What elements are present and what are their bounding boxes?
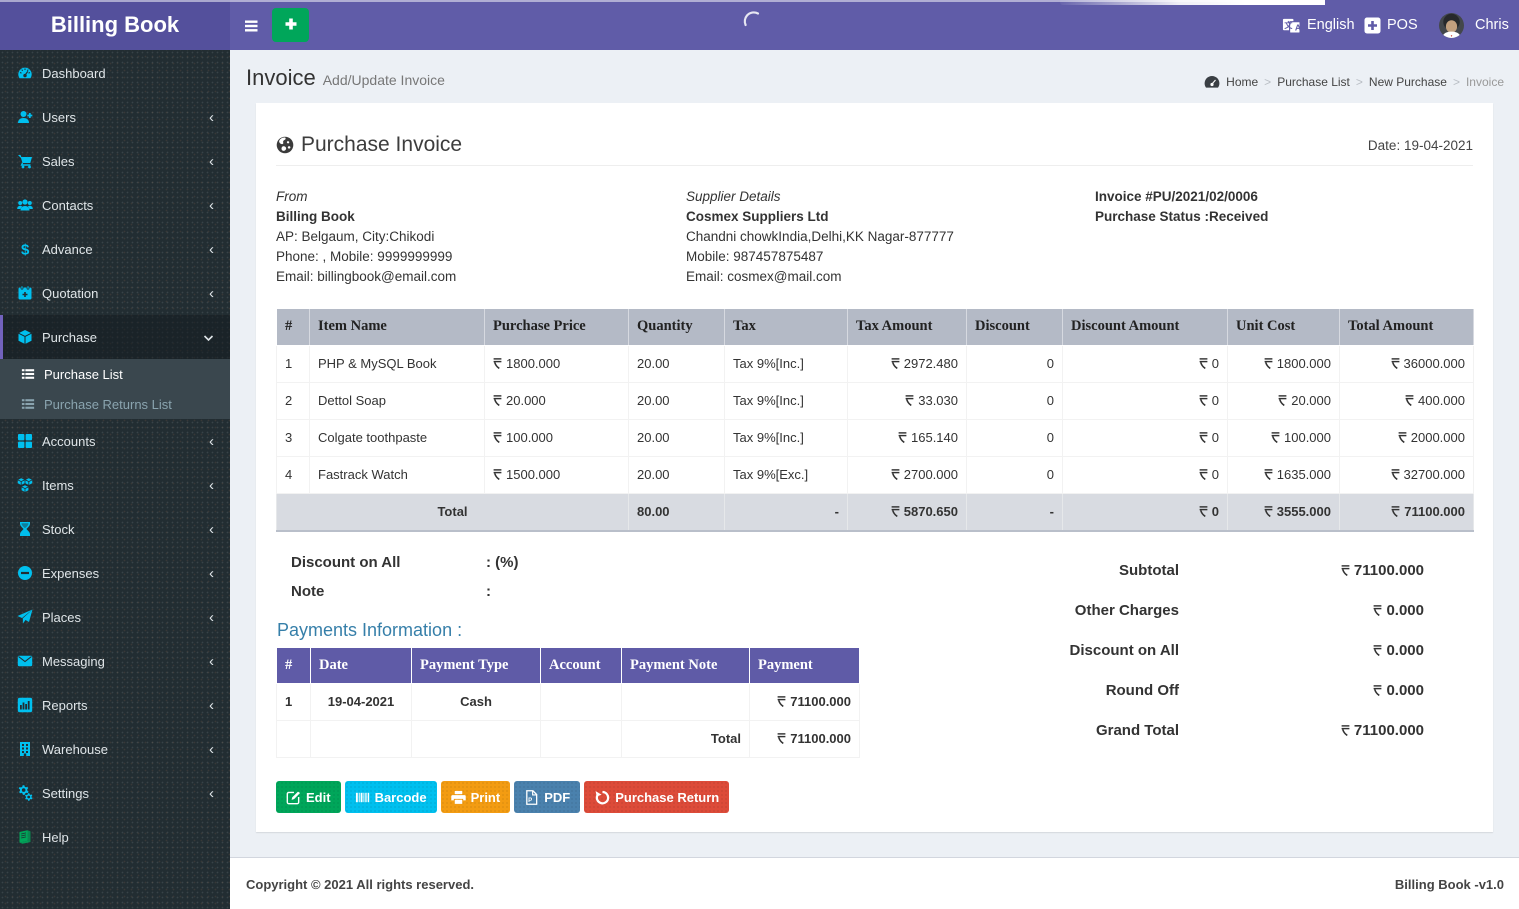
svg-text:$: $ (21, 242, 30, 258)
svg-text:文: 文 (1284, 19, 1293, 29)
svg-text:P: P (528, 796, 532, 803)
svg-text:A: A (1295, 22, 1301, 32)
